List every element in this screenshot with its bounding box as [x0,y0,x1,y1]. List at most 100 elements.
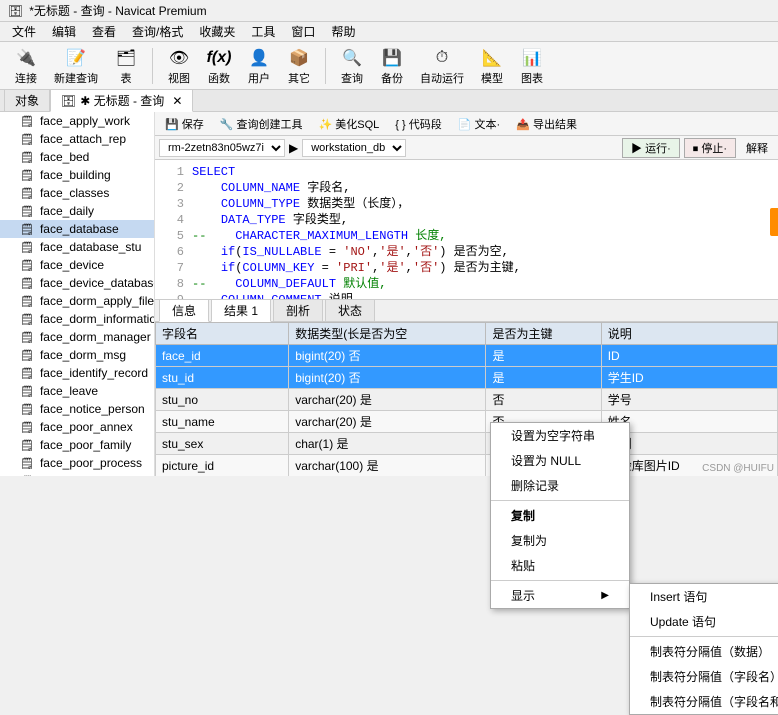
ctx-copy-as-label: 复制为 [511,532,547,549]
sidebar-item-face_apply_work[interactable]: 🗒face_apply_work [0,112,154,130]
export-button[interactable]: 📤 导出结果 [510,115,583,133]
sidebar-item-face_building[interactable]: 🗒face_building [0,166,154,184]
ctx-show[interactable]: 显示 ▶ Insert 语句 Update 语句 制表符分隔值（数据） 制表符分… [491,583,629,608]
ctx-delete-record[interactable]: 删除记录 [491,473,629,498]
tab-objects[interactable]: 对象 [4,89,50,112]
ctx-copy-as[interactable]: 复制为 [491,528,629,553]
table-icon: 🗒 [20,241,34,254]
sidebar-item-label: face_leave [40,384,98,398]
sidebar-item-face_attach_rep[interactable]: 🗒face_attach_rep [0,130,154,148]
sidebar-item-face_classes[interactable]: 🗒face_classes [0,184,154,202]
connect-button[interactable]: 🔌 连接 [8,44,44,88]
sidebar-item-face_poor_family[interactable]: 🗒face_poor_family [0,436,154,454]
sql-editor[interactable]: 1SELECT2 COLUMN_NAME 字段名,3 COLUMN_TYPE 数… [155,160,778,300]
sidebar-item-face_bed[interactable]: 🗒face_bed [0,148,154,166]
query-builder-button[interactable]: 🔧 查询创建工具 [214,115,309,133]
sidebar-item-face_daily[interactable]: 🗒face_daily [0,202,154,220]
table-row[interactable]: stu_namevarchar(20) 是否姓名 [156,411,778,433]
tab-query[interactable]: 🗄 ✱ 无标题 - 查询 ✕ [50,89,193,112]
autorun-button[interactable]: ⏱ 自动运行 [414,44,470,88]
line-number: 6 [159,244,184,260]
sidebar-item-face_database[interactable]: 🗒face_database [0,220,154,238]
ctx-set-null[interactable]: 设置为 NULL [491,448,629,473]
ctx-set-empty[interactable]: 设置为空字符串 [491,423,629,448]
tab-objects-label: 对象 [15,94,39,108]
chart-label: 图表 [521,70,543,86]
autorun-label: 自动运行 [420,70,464,86]
sidebar-item-face_device[interactable]: 🗒face_device [0,256,154,274]
ctx-paste[interactable]: 粘贴 [491,553,629,578]
menu-file[interactable]: 文件 [4,21,44,42]
tab-info[interactable]: 信息 [159,299,209,322]
beautify-button[interactable]: ✨ 美化SQL [313,115,386,133]
text-button[interactable]: 📄 文本· [452,115,506,133]
user-button[interactable]: 👤 用户 [241,44,277,88]
sidebar-item-face_dorm_manager[interactable]: 🗒face_dorm_manager [0,328,154,346]
sidebar-item-face_dorm_informatiom[interactable]: 🗒face_dorm_informatiom [0,310,154,328]
ctx-tab-fields-data-label: 制表符分隔值（字段名和数据） [650,693,778,710]
data-table-wrap: 字段名数据类型(长是否为空是否为主键说明face_idbigint(20) 否是… [155,322,778,476]
table-cell: stu_id [156,367,289,389]
tab-result1[interactable]: 结果 1 [211,299,271,322]
table-button[interactable]: 🗂 表 [108,44,144,88]
explain-button[interactable]: 解释 [740,139,774,157]
sql-line: 2 COLUMN_NAME 字段名, [159,180,774,196]
new-query-button[interactable]: 📝 新建查询 [48,44,104,88]
menu-window[interactable]: 窗口 [283,21,323,42]
backup-button[interactable]: 💾 备份 [374,44,410,88]
query-button[interactable]: 🔍 查询 [334,44,370,88]
chart-button[interactable]: 📊 图表 [514,44,550,88]
sidebar-item-label: face_dorm_msg [40,348,126,362]
ctx-show-label: 显示 [511,587,535,604]
ctx-sep-1 [491,500,629,501]
menu-view[interactable]: 查看 [84,21,124,42]
tab-profile[interactable]: 剖析 [273,299,323,322]
ctx-sep-2 [491,580,629,581]
sidebar-item-face_dorm_apply_file[interactable]: 🗒face_dorm_apply_file [0,292,154,310]
stop-button[interactable]: ⏹ 停止· [684,138,736,158]
ctx-copy[interactable]: 复制 [491,503,629,528]
sidebar-item-face_identify_record[interactable]: 🗒face_identify_record [0,364,154,382]
menu-query[interactable]: 查询/格式 [124,21,191,42]
database-select[interactable]: workstation_db [302,139,406,157]
sidebar-item-face_device_database[interactable]: 🗒face_device_database [0,274,154,292]
table-row[interactable]: stu_novarchar(20) 是否学号 [156,389,778,411]
sidebar-item-label: face_apply_work [40,114,130,128]
ctx-tab-data[interactable]: 制表符分隔值（数据） [630,639,778,664]
view-button[interactable]: 👁 视图 [161,44,197,88]
table-row[interactable]: face_idbigint(20) 否是ID [156,345,778,367]
table-row[interactable]: stu_idbigint(20) 否是学生ID [156,367,778,389]
sidebar-item-face_poor_process[interactable]: 🗒face_poor_process [0,454,154,472]
connection-select[interactable]: rm-2zetn83n05wz7i [159,139,285,157]
close-tab-icon[interactable]: ✕ [172,94,182,108]
menu-help[interactable]: 帮助 [323,21,363,42]
ctx-insert-stmt[interactable]: Insert 语句 [630,584,778,609]
db-icon: 🗄 [61,94,76,108]
sidebar-item-face_post_apply[interactable]: 🗒face_post_apply [0,472,154,476]
ctx-tab-fields-data[interactable]: 制表符分隔值（字段名和数据） [630,689,778,714]
query-toolbar: 💾 保存 🔧 查询创建工具 ✨ 美化SQL { } 代码段 📄 文本· 📤 导出… [155,112,778,136]
table-row[interactable]: stu_sexchar(1) 是否性别 [156,433,778,455]
table-row[interactable]: picture_idvarchar(100) 是否人脸库图片ID [156,455,778,477]
line-number: 7 [159,260,184,276]
sidebar-item-face_poor_annex[interactable]: 🗒face_poor_annex [0,418,154,436]
sidebar-list: 🗒face_apply_work🗒face_attach_rep🗒face_be… [0,112,154,476]
model-button[interactable]: 📐 模型 [474,44,510,88]
ctx-tab-fields-label: 制表符分隔值（字段名） [650,668,778,685]
sidebar-item-face_dorm_msg[interactable]: 🗒face_dorm_msg [0,346,154,364]
other-button[interactable]: 📦 其它 [281,44,317,88]
sidebar-item-face_notice_person[interactable]: 🗒face_notice_person [0,400,154,418]
function-button[interactable]: f(x) 函数 [201,44,237,88]
tab-status[interactable]: 状态 [325,299,375,322]
save-button[interactable]: 💾 保存 [159,115,210,133]
sidebar-item-label: face_daily [40,204,94,218]
code-snippet-button[interactable]: { } 代码段 [389,115,447,133]
menu-favorites[interactable]: 收藏夹 [191,21,243,42]
ctx-tab-fields[interactable]: 制表符分隔值（字段名） [630,664,778,689]
menu-edit[interactable]: 编辑 [44,21,84,42]
sidebar-item-face_database_stu[interactable]: 🗒face_database_stu [0,238,154,256]
menu-tools[interactable]: 工具 [243,21,283,42]
run-button[interactable]: ▶ 运行· [622,138,680,158]
ctx-update-stmt[interactable]: Update 语句 [630,609,778,634]
sidebar-item-face_leave[interactable]: 🗒face_leave [0,382,154,400]
